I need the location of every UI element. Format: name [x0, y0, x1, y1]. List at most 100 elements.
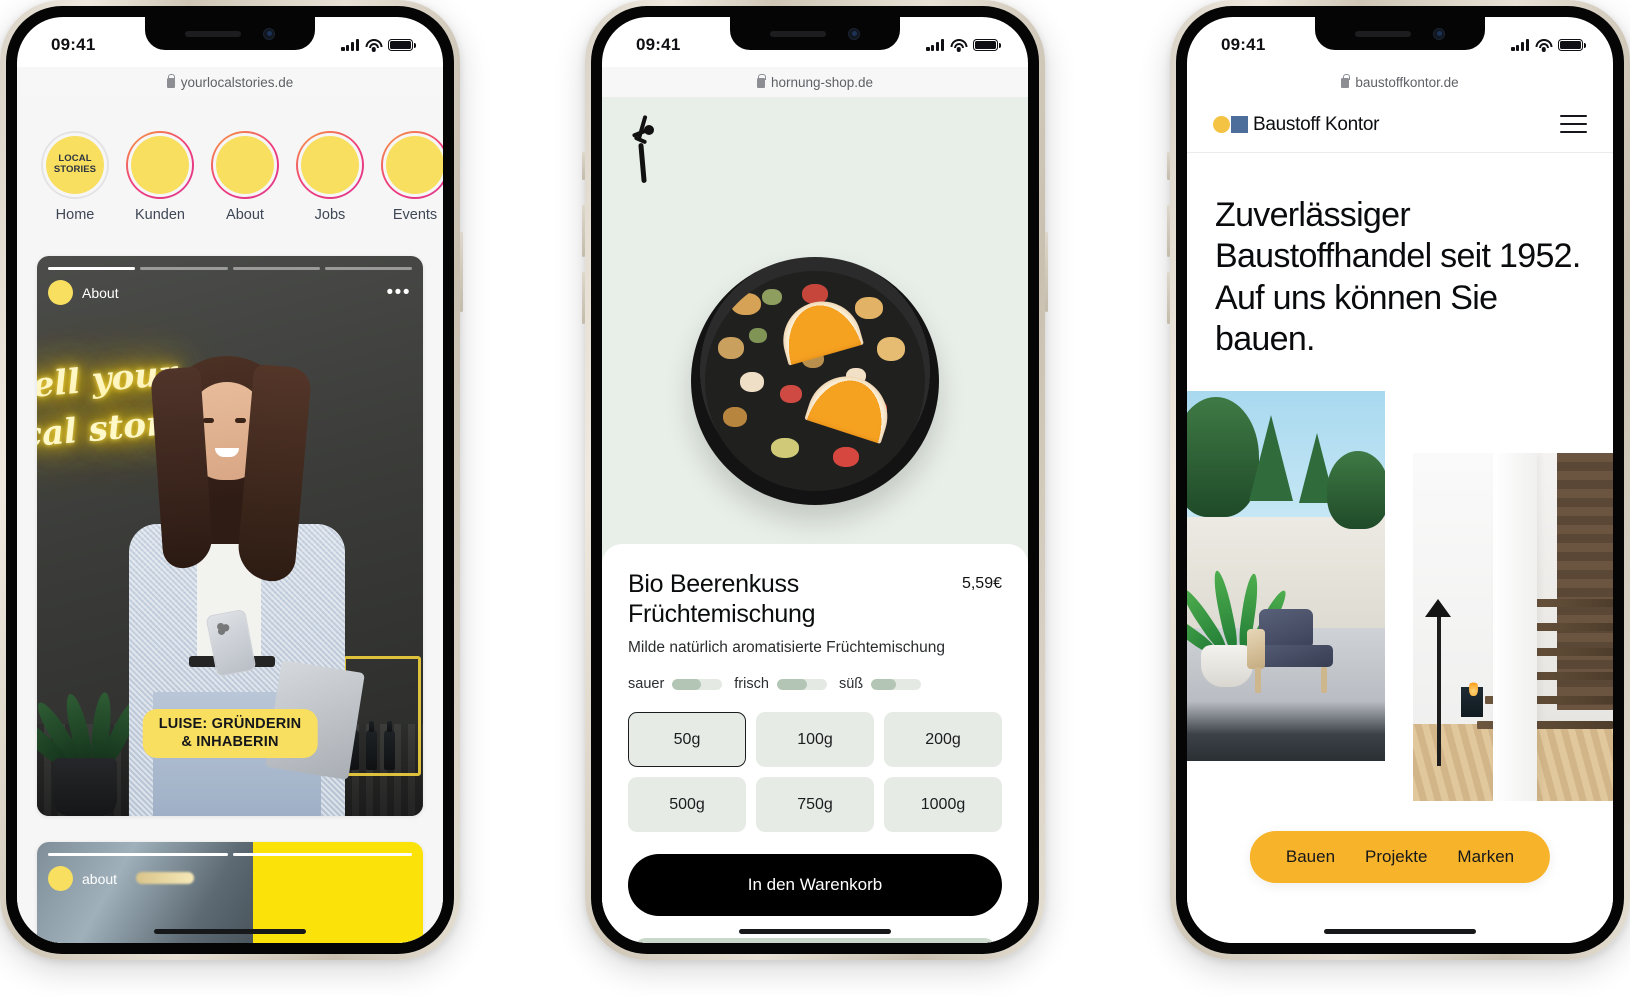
- progress-segment: [324, 267, 412, 270]
- size-option-750g[interactable]: 750g: [756, 777, 874, 832]
- product-image[interactable]: [691, 257, 939, 505]
- status-time: 09:41: [636, 35, 681, 54]
- taste-meter: [672, 678, 723, 690]
- photo-staircase[interactable]: [1413, 452, 1613, 801]
- story-label: About: [226, 207, 264, 223]
- taste-suess: süß: [838, 676, 922, 692]
- power-button[interactable]: [460, 232, 463, 312]
- battery-icon: [388, 38, 416, 52]
- home-indicator[interactable]: [154, 928, 306, 934]
- brand-name: Baustoff Kontor: [1253, 113, 1380, 135]
- url-text: hornung-shop.de: [770, 74, 874, 90]
- front-camera: [1433, 27, 1445, 40]
- silent-switch[interactable]: [1167, 152, 1170, 180]
- sidebar-item-jobs[interactable]: Jobs: [296, 131, 364, 223]
- browser-url-bar[interactable]: yourlocalstories.de: [17, 67, 443, 97]
- taste-label: süß: [838, 676, 864, 692]
- hero-gallery: [1187, 390, 1613, 811]
- phone-bezel: 09:41 hornung-shop.de Bio Beerenkuss Frü…: [591, 6, 1039, 954]
- page-title: Bio Beerenkuss Früchtemischung: [628, 570, 816, 628]
- brand-line-2: STORIES: [53, 164, 97, 175]
- brand-avatar: LOCAL STORIES: [45, 135, 105, 195]
- size-option-500g[interactable]: 500g: [628, 777, 746, 832]
- phone-body: 09:41 baustoffkontor.de Baustoff Kontor …: [1167, 0, 1630, 960]
- wifi-icon: [950, 39, 967, 52]
- browser-url-bar[interactable]: hornung-shop.de: [602, 67, 1028, 97]
- plant-decoration: [37, 628, 145, 816]
- size-option-1000g[interactable]: 1000g: [884, 777, 1002, 832]
- url-text: baustoffkontor.de: [1355, 74, 1459, 90]
- phone-screen: 09:41 hornung-shop.de Bio Beerenkuss Frü…: [602, 17, 1028, 943]
- story-handle: About: [82, 284, 119, 301]
- phone-bezel: 09:41 yourlocalstories.de LOCAL STORIES …: [6, 6, 454, 954]
- story-avatar: [300, 135, 360, 195]
- add-to-cart-button[interactable]: In den Warenkorb: [628, 854, 1002, 916]
- notch: [730, 17, 900, 50]
- home-indicator[interactable]: [739, 928, 891, 934]
- story-avatar: [385, 135, 443, 195]
- cellular-signal-icon: [1511, 39, 1529, 52]
- silent-switch[interactable]: [582, 152, 585, 180]
- bottom-nav-pill: Bauen Projekte Marken: [1249, 831, 1551, 883]
- phone-screen: 09:41 yourlocalstories.de LOCAL STORIES …: [17, 17, 443, 943]
- sidebar-item-kunden[interactable]: Kunden: [126, 131, 194, 223]
- lock-icon: [1341, 73, 1350, 88]
- sidebar-item-events[interactable]: Events: [381, 131, 443, 223]
- name-line-1: LUISE: GRÜNDERIN: [158, 716, 302, 733]
- progress-segment: [232, 853, 412, 856]
- logo-square-icon: [1231, 116, 1248, 133]
- size-option-50g[interactable]: 50g: [628, 712, 746, 767]
- phone-baustoff-kontor: 09:41 baustoffkontor.de Baustoff Kontor …: [1167, 0, 1630, 960]
- story-ring: [296, 131, 364, 199]
- volume-up-button[interactable]: [582, 205, 585, 257]
- taste-profile: sauer frisch süß: [628, 676, 1002, 692]
- nav-item-projekte[interactable]: Projekte: [1365, 847, 1427, 867]
- taste-sauer: sauer: [628, 676, 723, 692]
- volume-down-button[interactable]: [1167, 272, 1170, 324]
- phone-hornung-shop: 09:41 hornung-shop.de Bio Beerenkuss Frü…: [582, 0, 1048, 960]
- photo-patio[interactable]: [1187, 390, 1385, 761]
- sidebar-item-home[interactable]: LOCAL STORIES Home: [41, 131, 109, 223]
- logo-circle-icon: [1213, 116, 1230, 133]
- volume-up-button[interactable]: [1167, 205, 1170, 257]
- brand-logo[interactable]: Baustoff Kontor: [1213, 114, 1379, 136]
- size-option-100g[interactable]: 100g: [756, 712, 874, 767]
- taste-meter: [776, 678, 827, 690]
- story-avatar: [130, 135, 190, 195]
- story-progress: [48, 267, 412, 270]
- story-label: Jobs: [314, 207, 346, 223]
- status-time: 09:41: [51, 35, 96, 54]
- size-option-200g[interactable]: 200g: [884, 712, 1002, 767]
- phone-body: 09:41 yourlocalstories.de LOCAL STORIES …: [0, 0, 463, 960]
- front-camera: [263, 27, 275, 40]
- cellular-signal-icon: [341, 39, 359, 52]
- status-time: 09:41: [1221, 35, 1266, 54]
- story-avatar-small: [48, 280, 73, 305]
- story-highlights-nav: LOCAL STORIES Home Kunden About Jobs Eve…: [17, 97, 443, 223]
- bottom-tab-bar: [634, 938, 996, 943]
- notch: [1315, 17, 1485, 50]
- progress-segment: [48, 853, 228, 856]
- more-options-icon[interactable]: •••: [387, 283, 411, 302]
- story-avatar: [215, 135, 275, 195]
- story-ring: [381, 131, 443, 199]
- page-content: Baustoff Kontor Zuverlässiger Baustoffha…: [1187, 97, 1613, 943]
- browser-url-bar[interactable]: baustoffkontor.de: [1187, 67, 1613, 97]
- sidebar-item-about[interactable]: About: [211, 131, 279, 223]
- taste-meter: [871, 678, 922, 690]
- wifi-icon: [365, 39, 382, 52]
- screenshot-stage: 09:41 yourlocalstories.de LOCAL STORIES …: [0, 0, 1630, 996]
- hornung-logo-icon[interactable]: [628, 114, 662, 185]
- story-card-about[interactable]: About ••• tell your cal story LUISE: GRÜ…: [37, 256, 423, 816]
- volume-down-button[interactable]: [582, 272, 585, 324]
- page-title: Zuverlässiger Baustoffhandel seit 1952. …: [1215, 196, 1581, 359]
- phone-body: 09:41 hornung-shop.de Bio Beerenkuss Frü…: [582, 0, 1048, 960]
- hamburger-icon[interactable]: [1560, 115, 1587, 134]
- earpiece-speaker: [770, 30, 826, 37]
- story-label: Kunden: [135, 207, 185, 223]
- nav-item-bauen[interactable]: Bauen: [1286, 847, 1335, 867]
- home-indicator[interactable]: [1324, 928, 1476, 934]
- product-hero: [602, 97, 1028, 562]
- nav-item-marken[interactable]: Marken: [1457, 847, 1514, 867]
- power-button[interactable]: [1045, 232, 1048, 312]
